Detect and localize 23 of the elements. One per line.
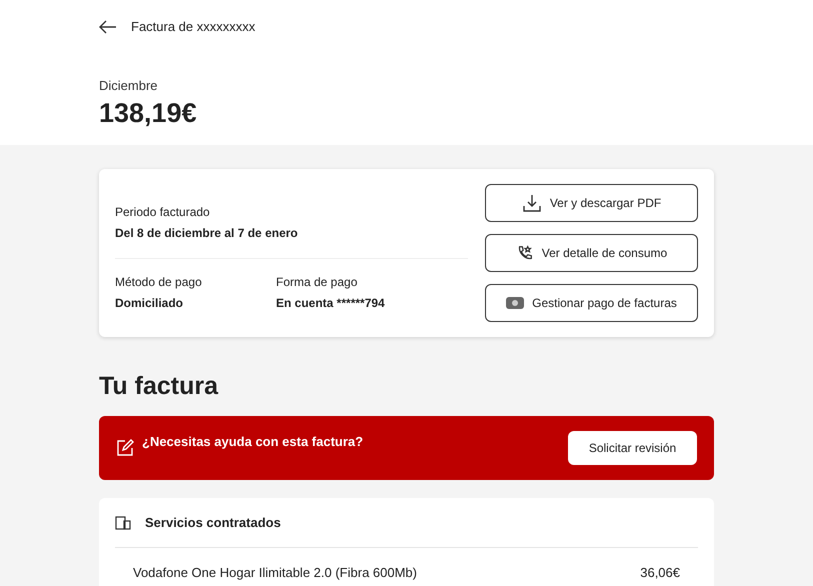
request-review-button[interactable]: Solicitar revisión [568, 431, 697, 465]
amount: 138,19€ [99, 96, 198, 130]
section-title: Tu factura [99, 371, 220, 402]
page-title: Factura de xxxxxxxxx [131, 18, 256, 36]
edit-icon [116, 439, 134, 457]
field-value: Domiciliado [115, 295, 184, 312]
field-label: Método de pago [115, 274, 203, 291]
field-value: Del 8 de diciembre al 7 de enero [115, 225, 299, 242]
download-icon [522, 193, 542, 213]
action-button[interactable]: Ver detalle de consumo [485, 234, 698, 272]
field-label: Periodo facturado [115, 204, 211, 221]
help-text: ¿Necesitas ayuda con esta factura? [142, 433, 364, 451]
field-label: Forma de pago [276, 274, 358, 291]
service-price: 36,06€ [640, 564, 680, 582]
month-label: Diciembre [99, 77, 159, 95]
action-button[interactable]: Gestionar pago de facturas [485, 284, 698, 322]
back-arrow-icon[interactable] [99, 20, 117, 34]
money-icon [506, 297, 524, 309]
service-name: Vodafone One Hogar Ilimitable 2.0 (Fibra 600Mb) [133, 564, 417, 582]
field-value: En cuenta ******794 [276, 295, 386, 312]
action-button[interactable]: Ver y descargar PDF [485, 184, 698, 222]
services-title: Servicios contratados [145, 514, 281, 532]
devices-icon [115, 516, 131, 530]
